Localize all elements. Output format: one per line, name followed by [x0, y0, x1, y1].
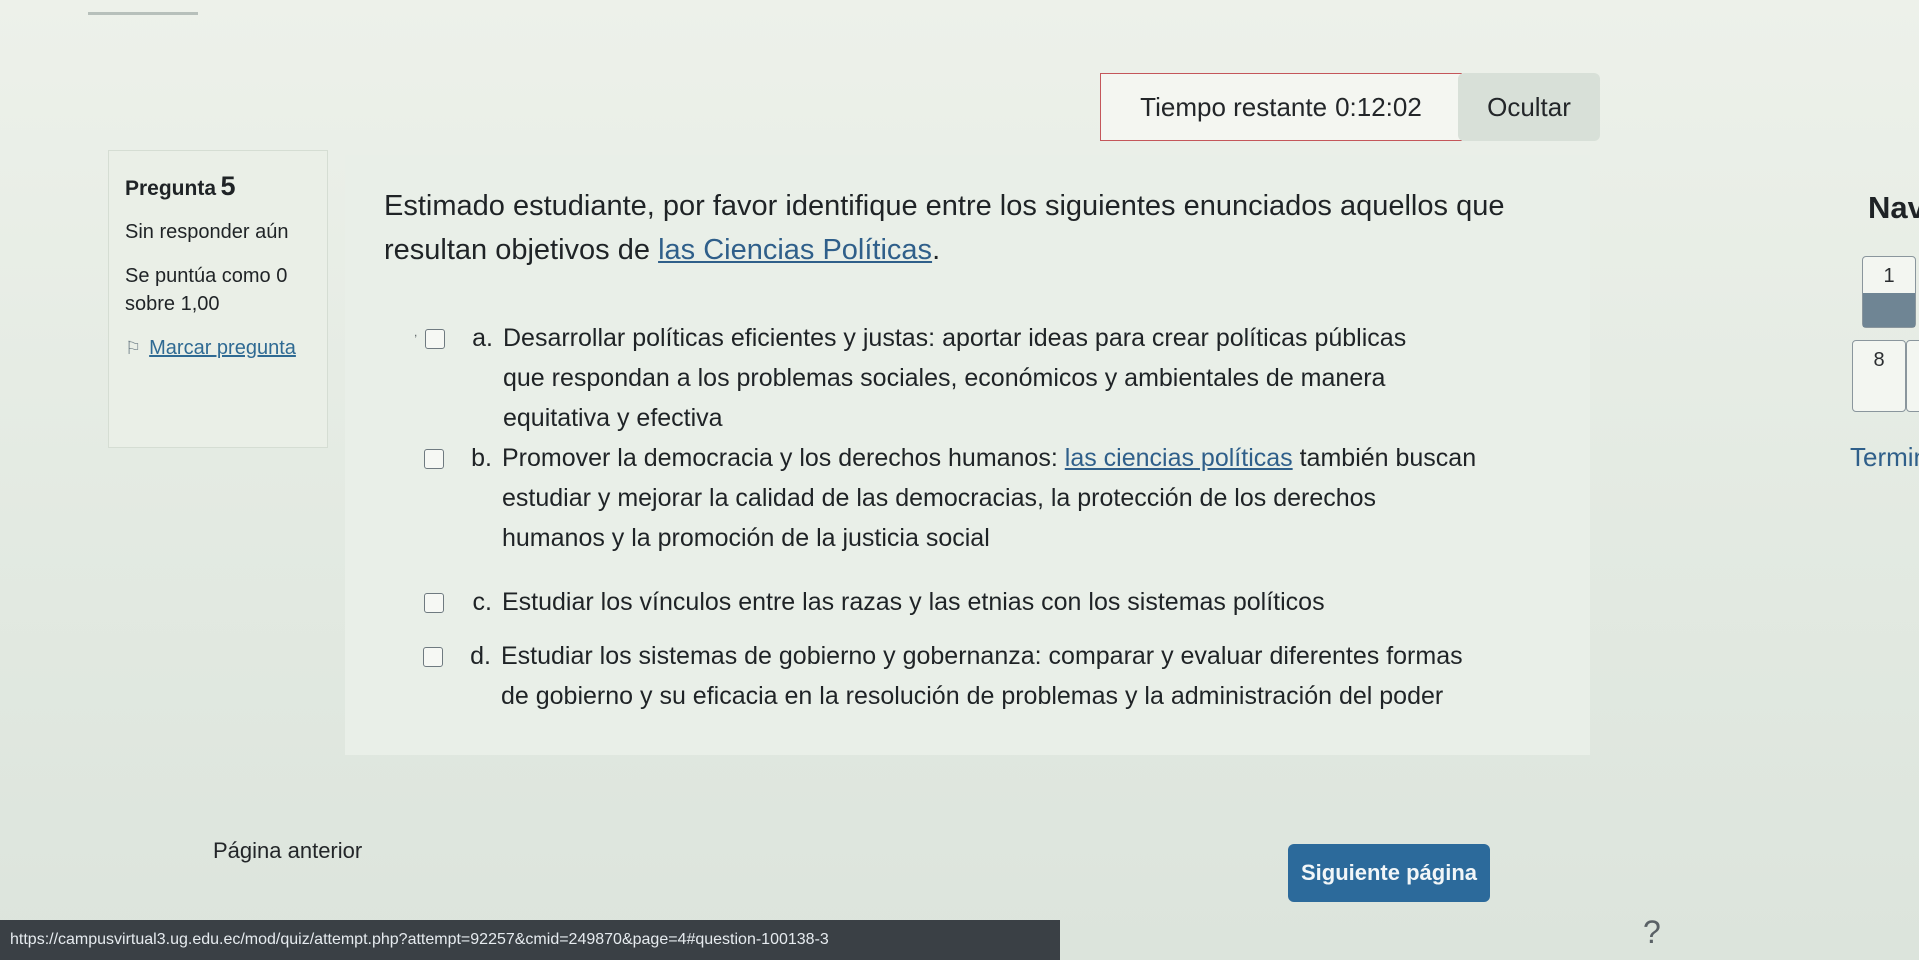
option-b[interactable]: b. Promover la democracia y los derechos… — [424, 438, 1484, 558]
option-d-text: Estudiar los sistemas de gobierno y gobe… — [501, 642, 1463, 710]
time-remaining: Tiempo restante 0:12:02 — [1100, 73, 1462, 141]
help-icon[interactable]: ? — [1643, 914, 1661, 951]
nav-question-1-status — [1863, 293, 1915, 327]
status-url-bar: https://campusvirtual3.ug.edu.ec/mod/qui… — [0, 920, 1060, 960]
top-divider — [88, 12, 198, 15]
question-text-part1: Estimado estudiante, por favor identifiq… — [384, 190, 1505, 266]
nav-question-8-label: 8 — [1873, 349, 1885, 371]
question-number: 5 — [220, 171, 236, 201]
option-c[interactable]: c. Estudiar los vínculos entre las razas… — [424, 582, 1484, 622]
nav-question-9[interactable] — [1906, 340, 1919, 412]
quiz-navigation-title: Nav — [1868, 190, 1919, 225]
question-label: Pregunta — [125, 177, 217, 200]
question-grade: Se puntúa como 0 sobre 1,00 — [125, 265, 288, 315]
option-b-text-part1: Promover la democracia y los derechos hu… — [502, 444, 1058, 472]
time-remaining-label: Tiempo restante — [1140, 91, 1328, 122]
nav-question-1[interactable]: 1 — [1862, 256, 1916, 328]
option-a-letter: a. — [472, 324, 493, 352]
previous-page-button[interactable]: Página anterior — [213, 838, 362, 864]
question-text: Estimado estudiante, por favor identifiq… — [384, 184, 1584, 272]
option-b-text: Promover la democracia y los derechos hu… — [502, 438, 1484, 558]
option-b-link[interactable]: las ciencias políticas — [1065, 444, 1293, 472]
question-text-link[interactable]: las Ciencias Políticas — [658, 234, 932, 266]
option-d[interactable]: d. Estudiar los sistemas de gobierno y g… — [423, 636, 1483, 716]
question-text-part2: . — [932, 234, 941, 266]
flag-question-link[interactable]: Marcar pregunta — [149, 334, 296, 362]
option-c-text: Estudiar los vínculos entre las razas y … — [502, 588, 1325, 616]
flag-question[interactable]: ⚐ Marcar pregunta — [125, 334, 313, 362]
time-remaining-value: 0:12:02 — [1335, 91, 1422, 122]
option-a[interactable]: a. Desarrollar políticas eficientes y ju… — [425, 318, 1425, 438]
option-b-checkbox[interactable] — [424, 449, 444, 469]
next-page-button[interactable]: Siguiente página — [1288, 844, 1490, 902]
nav-question-1-label: 1 — [1883, 265, 1895, 287]
hide-timer-button[interactable]: Ocultar — [1458, 73, 1600, 141]
flag-icon: ⚐ — [125, 338, 142, 358]
question-status: Sin responder aún — [125, 221, 289, 243]
option-c-letter: c. — [472, 588, 492, 616]
question-info-panel: Pregunta 5 Sin responder aún Se puntúa c… — [108, 150, 328, 448]
option-c-checkbox[interactable] — [424, 593, 444, 613]
option-d-checkbox[interactable] — [423, 647, 443, 667]
option-d-letter: d. — [470, 642, 491, 670]
finish-attempt-link[interactable]: Termin — [1850, 442, 1919, 473]
option-b-letter: b. — [471, 444, 492, 472]
nav-question-8[interactable]: 8 — [1852, 340, 1906, 412]
option-a-checkbox[interactable] — [425, 329, 445, 349]
option-a-text: Desarrollar políticas eficientes y justa… — [503, 324, 1407, 432]
stray-mark: , — [414, 325, 418, 339]
